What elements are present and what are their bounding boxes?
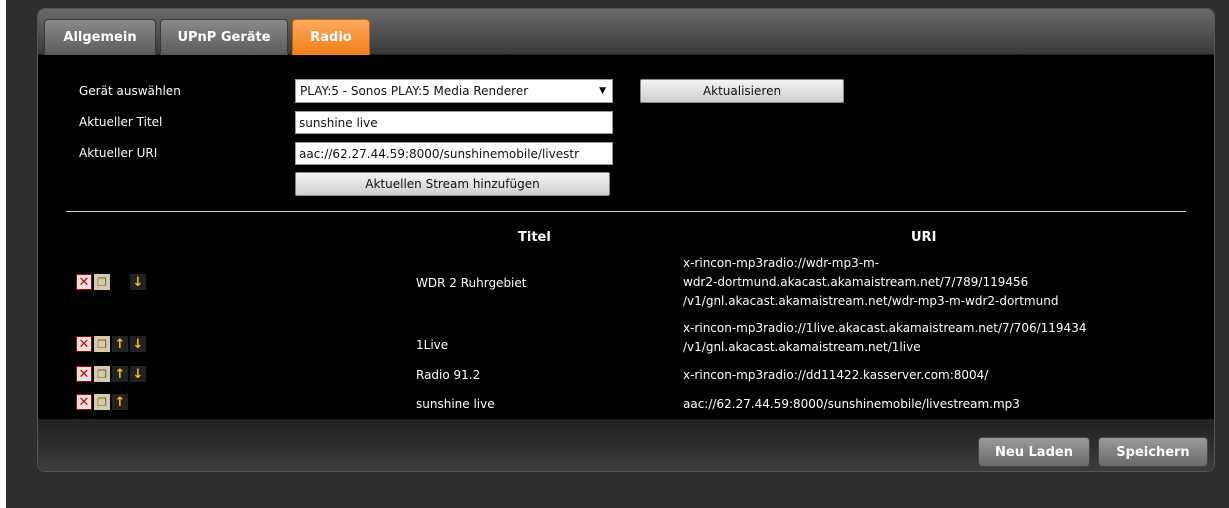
copy-icon[interactable]: ❐ [94, 336, 110, 352]
uri-line: wdr2-dortmund.akacast.akamaistream.net/7… [683, 275, 1029, 289]
move-up-icon[interactable]: ↑ [112, 394, 128, 410]
device-select-value: PLAY:5 - Sonos PLAY:5 Media Renderer [300, 84, 529, 98]
move-up-icon[interactable]: ↑ [112, 366, 128, 382]
row-uri: x-rincon-mp3radio://wdr-mp3-m- wdr2-dort… [683, 254, 1058, 311]
uri-input[interactable]: aac://62.27.44.59:8000/sunshinemobile/li… [295, 142, 613, 165]
uri-label: Aktueller URI [79, 146, 158, 160]
delete-icon[interactable]: ✕ [76, 366, 92, 382]
tab-bar: Allgemein UPnP Geräte Radio [38, 9, 1214, 55]
delete-icon[interactable]: ✕ [76, 336, 92, 352]
row-actions: ✕ ❐ ↓ [76, 274, 146, 290]
row-uri: x-rincon-mp3radio://1live.akacast.akamai… [683, 319, 1086, 357]
row-uri: x-rincon-mp3radio://dd11422.kasserver.co… [683, 366, 988, 385]
device-label: Gerät auswählen [79, 84, 181, 98]
uri-line: /v1/gnl.akacast.akamaistream.net/1live [683, 340, 921, 354]
title-label: Aktueller Titel [79, 115, 163, 129]
tab-upnp-geraete[interactable]: UPnP Geräte [160, 19, 288, 55]
uri-line: x-rincon-mp3radio://1live.akacast.akamai… [683, 321, 1087, 335]
copy-icon[interactable]: ❐ [94, 366, 110, 382]
row-actions: ✕ ❐ ↑ ↓ [76, 336, 146, 352]
uri-line: x-rincon-mp3radio://dd11422.kasserver.co… [683, 368, 989, 382]
row-title: Radio 91.2 [416, 368, 481, 382]
title-input[interactable]: sunshine live [295, 111, 613, 134]
copy-icon[interactable]: ❐ [94, 274, 110, 290]
uri-line: /v1/gnl.akacast.akamaistream.net/wdr-mp3… [683, 294, 1059, 308]
delete-icon[interactable]: ✕ [76, 394, 92, 410]
column-header-title: Titel [518, 230, 551, 245]
divider [66, 211, 1186, 212]
row-actions: ✕ ❐ ↑ [76, 394, 128, 410]
move-up-icon[interactable]: ↑ [112, 336, 128, 352]
row-actions: ✕ ❐ ↑ ↓ [76, 366, 146, 382]
move-down-icon[interactable]: ↓ [130, 336, 146, 352]
row-title: sunshine live [416, 397, 495, 411]
delete-icon[interactable]: ✕ [76, 274, 92, 290]
app-background: Allgemein UPnP Geräte Radio Gerät auswäh… [6, 0, 1229, 508]
row-title: WDR 2 Ruhrgebiet [416, 276, 527, 290]
tab-radio[interactable]: Radio [292, 19, 370, 55]
move-down-icon[interactable]: ↓ [130, 274, 146, 290]
row-title: 1Live [416, 338, 449, 352]
add-stream-button[interactable]: Aktuellen Stream hinzufügen [295, 172, 610, 196]
row-uri: aac://62.27.44.59:8000/sunshinemobile/li… [683, 395, 1020, 414]
save-button[interactable]: Speichern [1098, 437, 1208, 467]
chevron-down-icon: ▼ [599, 86, 606, 96]
move-down-icon[interactable]: ↓ [130, 366, 146, 382]
uri-line: x-rincon-mp3radio://wdr-mp3-m- [683, 256, 880, 270]
device-select[interactable]: PLAY:5 - Sonos PLAY:5 Media Renderer ▼ [295, 79, 613, 103]
copy-icon[interactable]: ❐ [94, 394, 110, 410]
tab-allgemein[interactable]: Allgemein [44, 19, 156, 55]
settings-panel: Allgemein UPnP Geräte Radio Gerät auswäh… [37, 8, 1215, 472]
column-header-uri: URI [911, 230, 937, 245]
uri-line: aac://62.27.44.59:8000/sunshinemobile/li… [683, 397, 1020, 411]
refresh-button[interactable]: Aktualisieren [640, 79, 844, 103]
reload-button[interactable]: Neu Laden [978, 437, 1090, 467]
